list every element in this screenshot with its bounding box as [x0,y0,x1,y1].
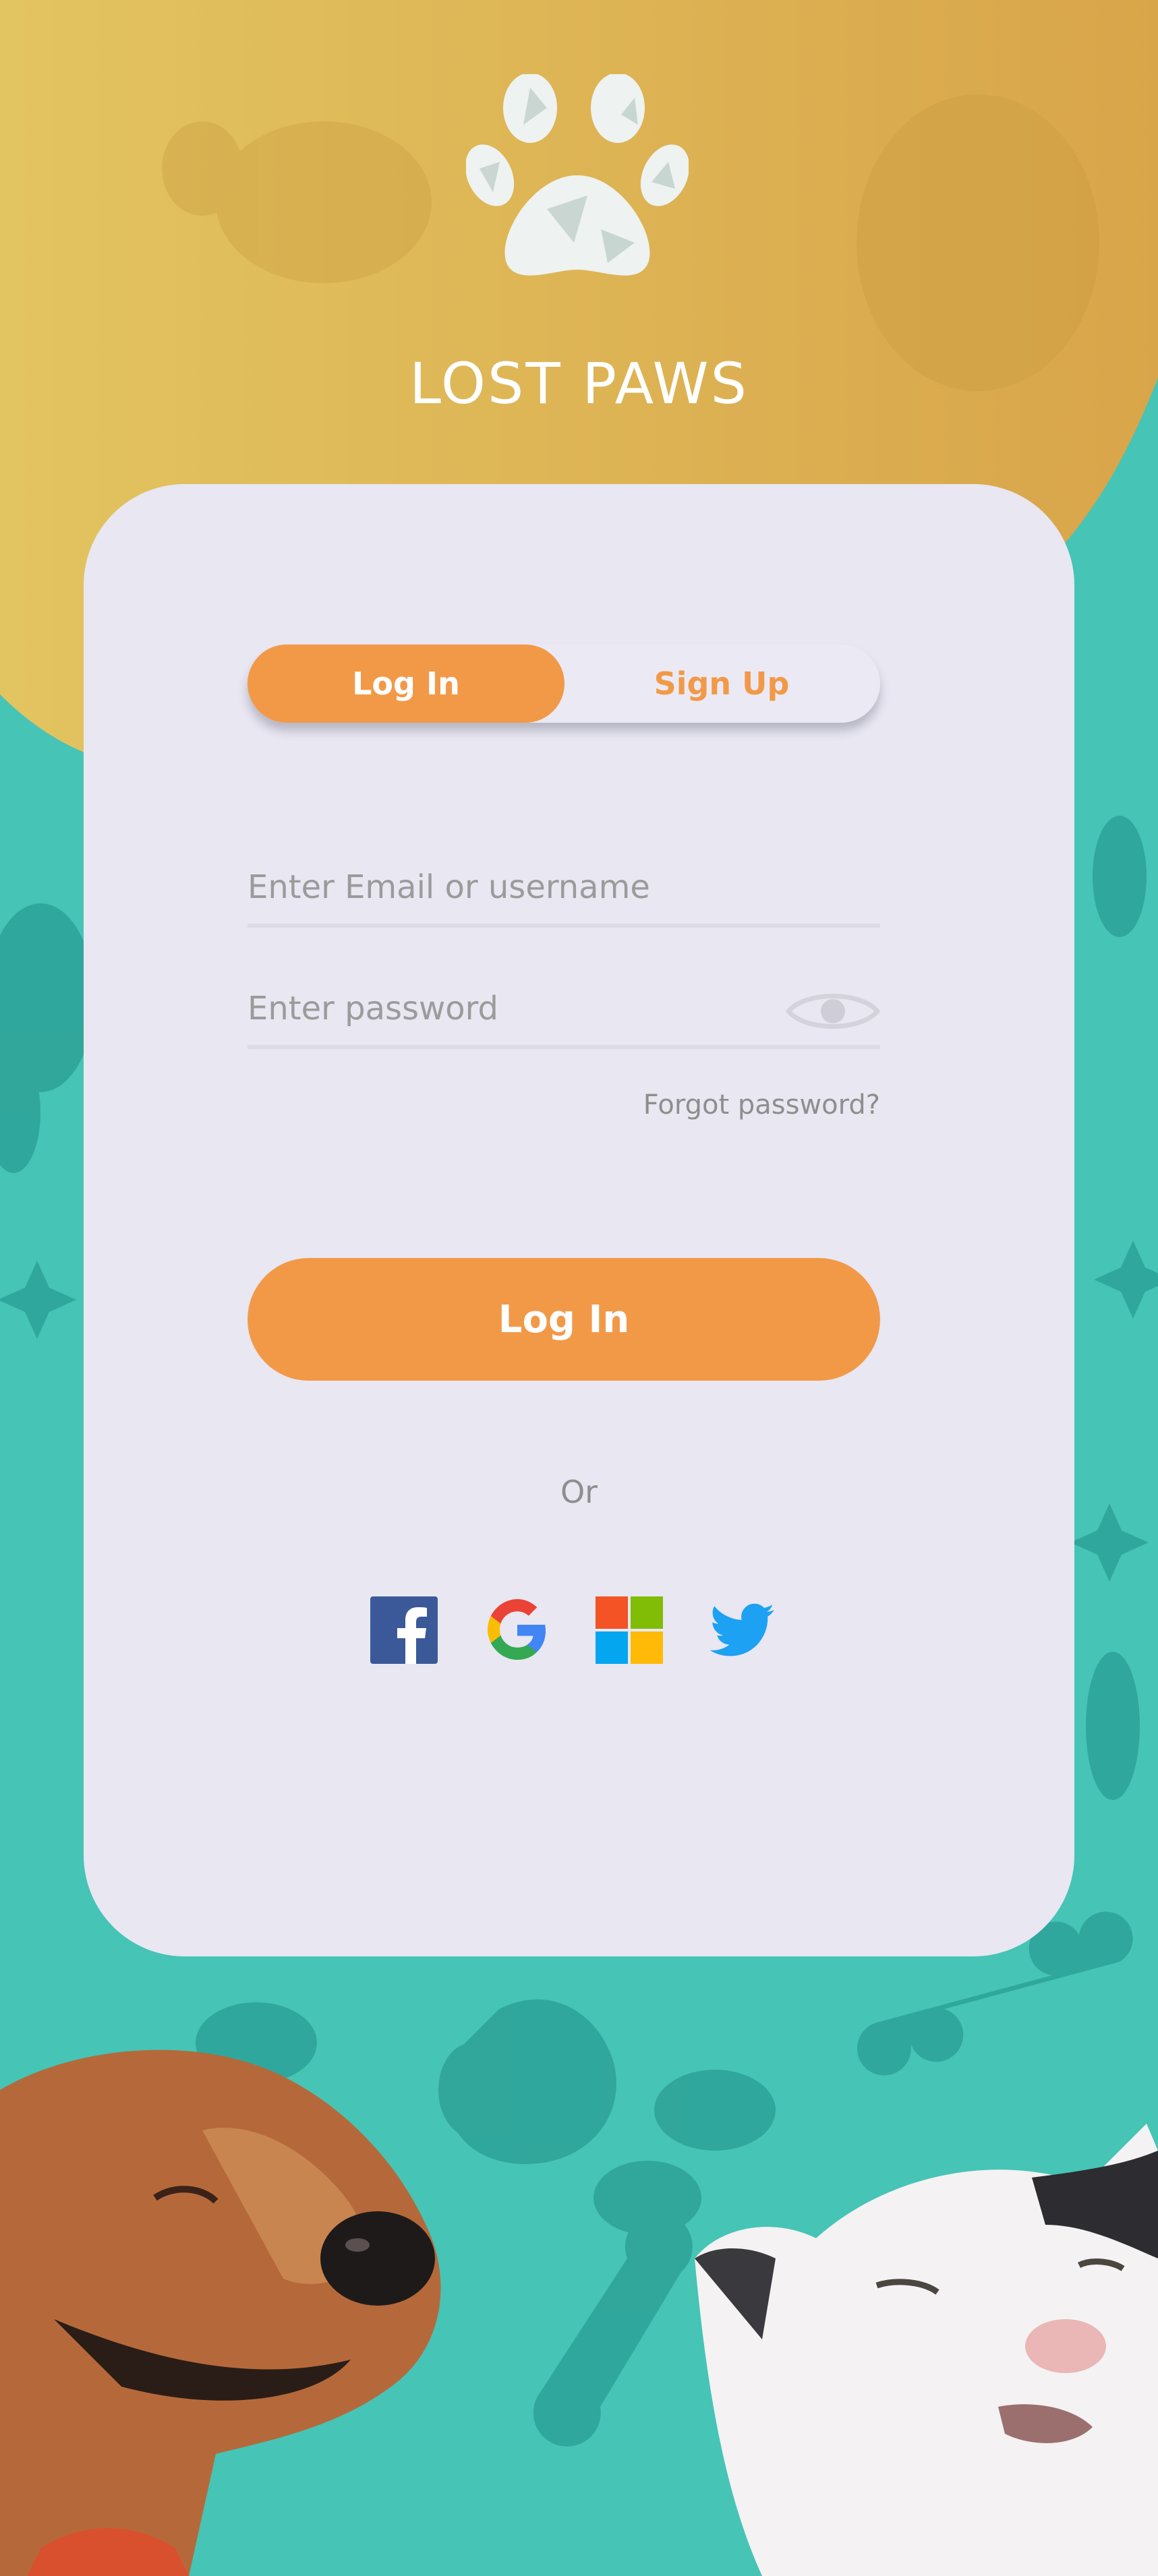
dog-image [0,2049,441,2576]
auth-tab-switch: Log In Sign Up [248,645,880,723]
login-button[interactable]: Log In [248,1258,880,1381]
email-field-container [248,853,880,928]
password-field-container [248,975,880,1049]
password-field[interactable] [248,975,774,1042]
twitter-icon [710,1603,774,1656]
paw-icon [466,74,689,276]
microsoft-login-button[interactable] [596,1596,663,1664]
facebook-icon [370,1596,438,1664]
tab-login[interactable]: Log In [248,645,564,723]
facebook-login-button[interactable] [370,1596,438,1664]
twitter-login-button[interactable] [708,1596,776,1664]
google-icon [488,1599,546,1660]
login-card: Log In Sign Up Forgot password? Log In O… [84,484,1074,1956]
forgot-password-link[interactable]: Forgot password? [643,1089,880,1120]
cat-image [695,2124,1158,2576]
email-field[interactable] [248,853,880,921]
microsoft-icon [596,1596,663,1664]
eye-icon[interactable] [786,987,880,1036]
google-login-button[interactable] [483,1596,550,1664]
or-divider: Or [560,1474,598,1510]
app-title: LOST PAWS [409,351,749,417]
tab-signup[interactable]: Sign Up [563,645,880,723]
